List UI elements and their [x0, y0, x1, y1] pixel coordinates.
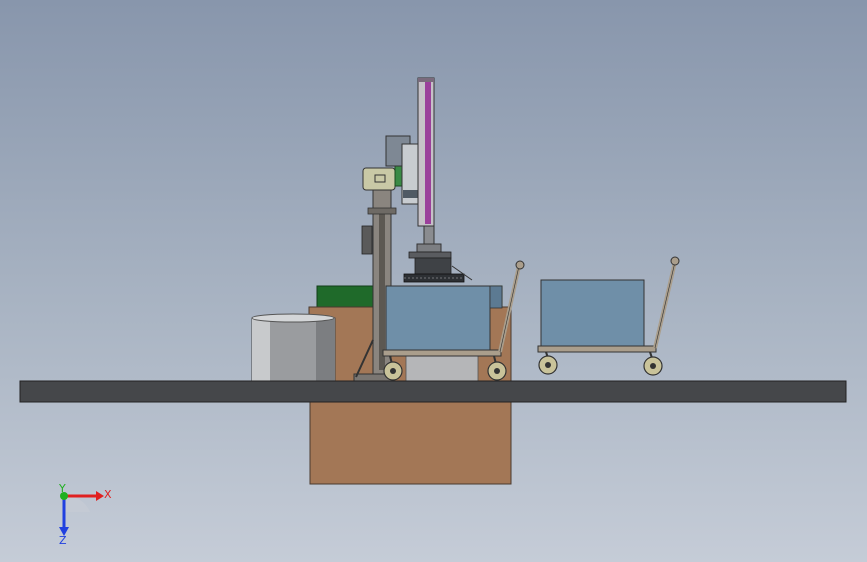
coordinate-triad: X Y Z [58, 482, 112, 547]
foundation-pit [309, 401, 512, 485]
x-axis-label: X [104, 488, 112, 501]
machine-assembly-view: X Y Z [19, 77, 847, 547]
y-axis-label: Y [58, 482, 66, 495]
floor-slab [19, 380, 847, 403]
z-axis-label: Z [59, 534, 67, 547]
vertical-arm [417, 77, 435, 227]
storage-drum [251, 313, 336, 382]
cad-viewport[interactable]: X Y Z [0, 0, 867, 562]
gripper-head [403, 225, 473, 283]
trolley-right [537, 256, 680, 376]
